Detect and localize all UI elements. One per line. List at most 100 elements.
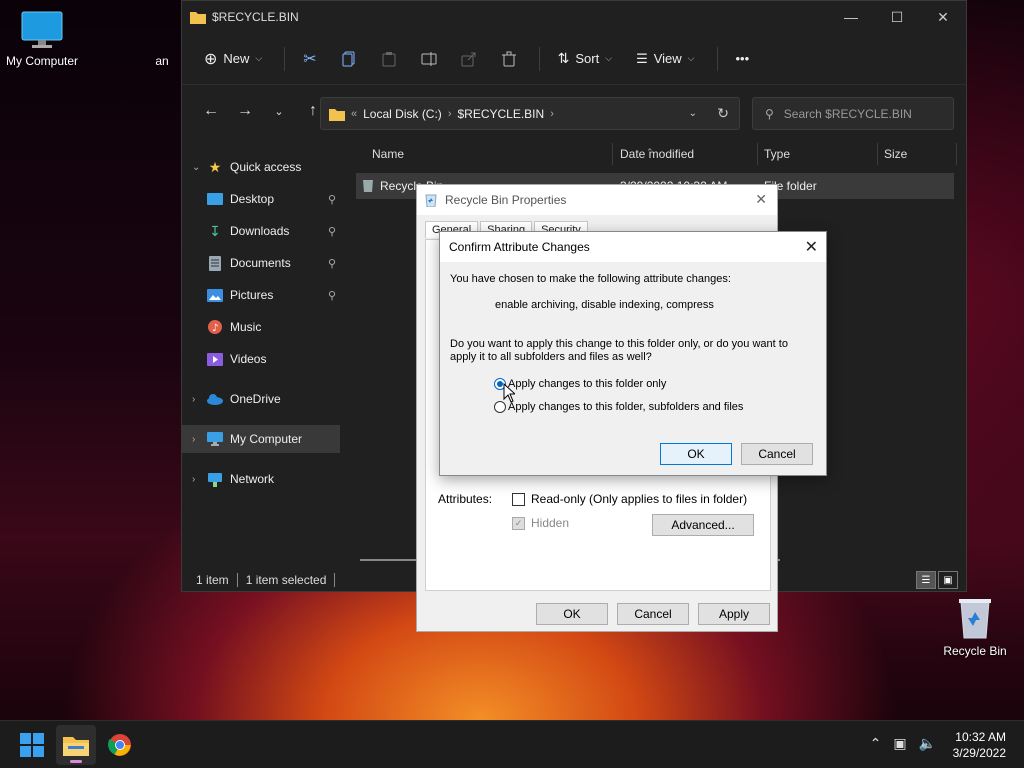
- folder-icon: [190, 10, 206, 24]
- chevron-down-icon[interactable]: ⌄: [192, 162, 206, 173]
- attributes-label: Attributes:: [438, 492, 493, 506]
- arrow-left-icon: ←: [203, 102, 219, 119]
- recycle-bin-icon: [362, 178, 374, 192]
- explorer-titlebar[interactable]: $RECYCLE.BIN — ☐ ✕: [182, 1, 966, 33]
- cloud-icon: [206, 391, 224, 407]
- readonly-checkbox[interactable]: Read-only (Only applies to files in fold…: [512, 492, 747, 506]
- maximize-button[interactable]: ☐: [874, 1, 920, 33]
- chevron-right-icon[interactable]: ›: [192, 474, 206, 485]
- view-button[interactable]: ☰ View ⌵: [628, 41, 702, 77]
- sidebar-item-label: Videos: [230, 352, 267, 366]
- close-icon[interactable]: ✕: [755, 191, 767, 208]
- close-icon[interactable]: ✕: [805, 237, 818, 257]
- close-button[interactable]: ✕: [920, 1, 966, 33]
- column-header-row: ⌃ Name Date modified Type Size: [344, 137, 964, 169]
- radio-all-label: Apply changes to this folder, subfolders…: [508, 401, 744, 413]
- copy-button[interactable]: [333, 41, 365, 77]
- desktop-icon-partial[interactable]: an: [140, 10, 184, 68]
- system-tray: ⌃ ▣ 🔈: [858, 735, 936, 752]
- new-button[interactable]: ⊕ New ⌵: [196, 41, 270, 77]
- chevron-up-icon[interactable]: ⌃: [870, 735, 882, 752]
- radio-folder-only[interactable]: Apply changes to this folder only: [494, 378, 666, 390]
- radio-folder-only-label: Apply changes to this folder only: [508, 378, 667, 390]
- sidebar-item-desktop[interactable]: Desktop ⚲: [182, 185, 340, 213]
- tiles-view-button[interactable]: ▣: [938, 571, 958, 589]
- taskbar-file-explorer[interactable]: [56, 725, 96, 765]
- breadcrumb-local-disk[interactable]: Local Disk (C:): [363, 107, 442, 121]
- chevron-right-icon[interactable]: ›: [192, 394, 206, 405]
- desktop-icon-my-computer[interactable]: My Computer: [0, 10, 84, 68]
- view-list-icon: ☰: [636, 50, 648, 66]
- sidebar-item-network[interactable]: › Network: [182, 465, 340, 493]
- cancel-button[interactable]: Cancel: [741, 443, 813, 465]
- share-button[interactable]: [453, 41, 485, 77]
- paste-button[interactable]: [373, 41, 405, 77]
- chevron-right-icon[interactable]: ›: [550, 108, 554, 120]
- cut-button[interactable]: ✂: [295, 41, 324, 77]
- breadcrumb-recycle-bin[interactable]: $RECYCLE.BIN: [457, 107, 544, 121]
- star-icon: ★: [208, 158, 222, 175]
- sidebar-item-music[interactable]: ♪ Music: [182, 313, 340, 341]
- window-title: $RECYCLE.BIN: [212, 10, 299, 24]
- volume-icon[interactable]: 🔈: [919, 735, 936, 752]
- selection-count: 1 item selected: [245, 573, 327, 587]
- rename-button[interactable]: [413, 41, 445, 77]
- see-more-button[interactable]: •••: [728, 41, 758, 77]
- pin-icon[interactable]: ⚲: [328, 225, 336, 238]
- radio-all-subfolders[interactable]: Apply changes to this folder, subfolders…: [494, 401, 743, 413]
- recent-locations-button[interactable]: ⌄: [262, 96, 296, 126]
- mouse-cursor-icon: [503, 383, 515, 403]
- overflow-icon[interactable]: «: [351, 108, 357, 120]
- refresh-icon[interactable]: ↻: [717, 105, 729, 122]
- desktop-icon-label: Recycle Bin: [943, 644, 1007, 658]
- chevron-down-icon: ⌵: [605, 53, 613, 63]
- chevron-right-icon[interactable]: ›: [448, 108, 452, 120]
- confirm-titlebar[interactable]: Confirm Attribute Changes: [440, 232, 826, 262]
- pin-icon[interactable]: ⚲: [328, 289, 336, 302]
- taskbar-chrome[interactable]: [100, 725, 140, 765]
- chevron-right-icon[interactable]: ›: [192, 434, 206, 445]
- network-tray-icon[interactable]: ▣: [893, 735, 906, 752]
- back-button[interactable]: ←: [194, 96, 228, 126]
- address-dropdown-icon[interactable]: ⌄: [689, 108, 697, 119]
- hidden-checkbox[interactable]: ✓ Hidden: [512, 516, 569, 530]
- sidebar-item-label: OneDrive: [230, 392, 281, 406]
- sidebar-item-documents[interactable]: Documents ⚲: [182, 249, 340, 277]
- sidebar-item-label: Music: [230, 320, 262, 334]
- sidebar-item-downloads[interactable]: ↧ Downloads ⚲: [182, 217, 340, 245]
- forward-button[interactable]: →: [228, 96, 262, 126]
- ok-button[interactable]: OK: [536, 603, 608, 625]
- sidebar-item-quick-access[interactable]: ⌄ ★ Quick access: [182, 153, 340, 181]
- details-view-button[interactable]: ☰: [916, 571, 936, 589]
- rename-icon: [421, 51, 437, 67]
- desktop-icon-recycle-bin[interactable]: Recycle Bin: [933, 596, 1017, 658]
- command-bar: ⊕ New ⌵ ✂ ⇅ Sort ⌵ ☰ View ⌵ •••: [182, 33, 966, 85]
- view-label: View: [653, 51, 682, 66]
- sidebar-item-videos[interactable]: Videos: [182, 345, 340, 373]
- advanced-button[interactable]: Advanced...: [652, 514, 754, 536]
- cancel-button[interactable]: Cancel: [617, 603, 689, 625]
- confirm-changes-text: enable archiving, disable indexing, comp…: [495, 299, 714, 311]
- sidebar-item-my-computer[interactable]: › My Computer: [182, 425, 340, 453]
- apply-button[interactable]: Apply: [698, 603, 770, 625]
- start-button[interactable]: [12, 725, 52, 765]
- search-box[interactable]: ⚲ Search $RECYCLE.BIN: [752, 97, 954, 130]
- confirm-title: Confirm Attribute Changes: [449, 240, 590, 254]
- clock[interactable]: 10:32 AM 3/29/2022: [953, 729, 1006, 761]
- pin-icon[interactable]: ⚲: [328, 193, 336, 206]
- column-header-date[interactable]: Date modified: [620, 147, 694, 161]
- minimize-button[interactable]: —: [828, 1, 874, 33]
- column-header-size[interactable]: Size: [884, 147, 907, 161]
- recycle-bin-icon: [955, 596, 995, 640]
- sidebar-item-onedrive[interactable]: › OneDrive: [182, 385, 340, 413]
- ok-button[interactable]: OK: [660, 443, 732, 465]
- sort-button[interactable]: ⇅ Sort ⌵: [550, 41, 620, 77]
- pin-icon[interactable]: ⚲: [328, 257, 336, 270]
- column-header-type[interactable]: Type: [764, 147, 790, 161]
- delete-button[interactable]: [493, 41, 525, 77]
- confirm-question-line2: apply it to all subfolders and files as …: [450, 351, 652, 363]
- sidebar-item-pictures[interactable]: Pictures ⚲: [182, 281, 340, 309]
- column-header-name[interactable]: Name: [372, 147, 404, 161]
- address-bar[interactable]: « Local Disk (C:) › $RECYCLE.BIN › ⌄ ↻: [320, 97, 740, 130]
- properties-titlebar[interactable]: Recycle Bin Properties: [417, 185, 777, 215]
